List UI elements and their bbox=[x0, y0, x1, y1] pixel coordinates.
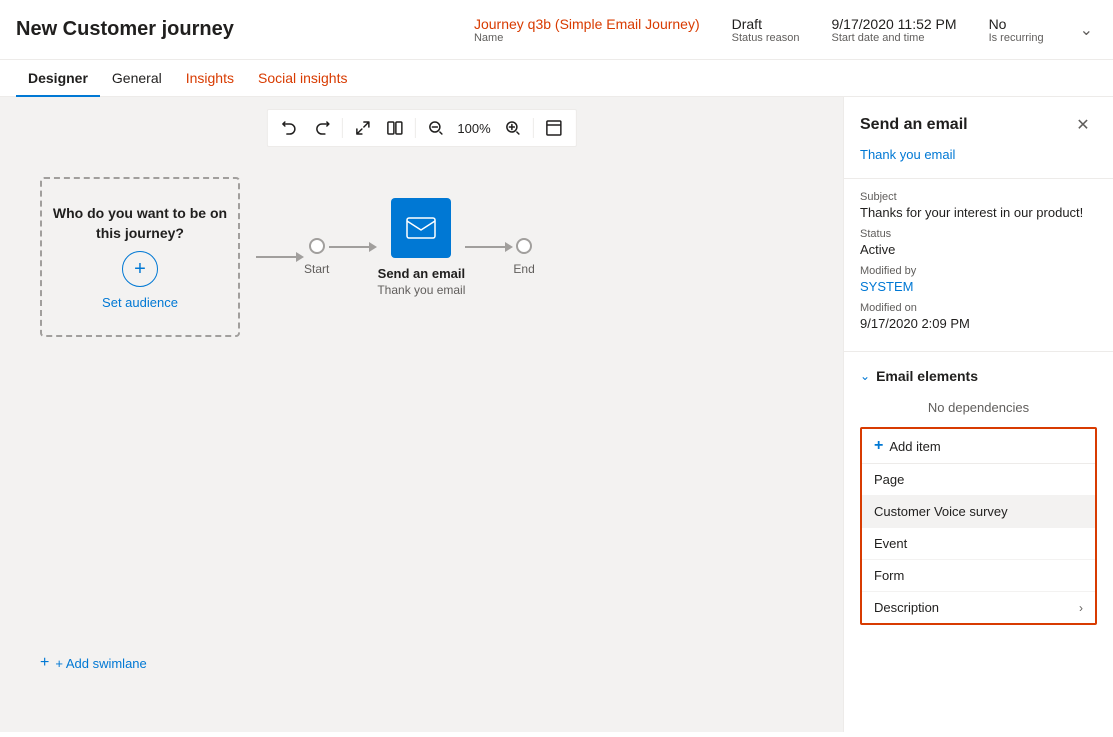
email-node-sub: Thank you email bbox=[377, 283, 465, 297]
right-panel: Send an email ✕ Thank you email Subject … bbox=[843, 97, 1113, 732]
field-label-subject: Subject bbox=[860, 191, 1097, 203]
start-circle bbox=[309, 238, 325, 254]
field-value-modified-by[interactable]: SYSTEM bbox=[860, 279, 1097, 294]
flow-line-2 bbox=[329, 246, 369, 248]
audience-plus-button[interactable]: + bbox=[122, 251, 158, 287]
panel-header: Send an email ✕ bbox=[844, 97, 1113, 147]
meta-name-value: Journey q3b (Simple Email Journey) bbox=[474, 16, 700, 32]
email-elements-section[interactable]: ⌄ Email elements bbox=[844, 356, 1113, 392]
add-item-label: Add item bbox=[889, 439, 940, 454]
expand-button[interactable] bbox=[348, 114, 376, 142]
header-meta: Journey q3b (Simple Email Journey) Name … bbox=[474, 16, 1097, 44]
start-node: Start bbox=[304, 238, 329, 276]
end-label: End bbox=[513, 262, 534, 276]
email-node-icon bbox=[391, 198, 451, 258]
arrow-to-start bbox=[256, 252, 304, 262]
end-circle bbox=[516, 238, 532, 254]
panel-close-button[interactable]: ✕ bbox=[1069, 111, 1097, 139]
add-swimlane-label: + Add swimlane bbox=[55, 656, 146, 671]
field-label-modified-on: Modified on bbox=[860, 302, 1097, 314]
dropdown-item-event[interactable]: Event bbox=[862, 528, 1095, 560]
arrow-to-email bbox=[329, 242, 377, 252]
email-elements-title: Email elements bbox=[876, 368, 978, 384]
dropdown-item-form[interactable]: Form bbox=[862, 560, 1095, 592]
page-header: New Customer journey Journey q3b (Simple… bbox=[0, 0, 1113, 60]
meta-recurring-value: No bbox=[989, 16, 1044, 32]
meta-start: 9/17/2020 11:52 PM Start date and time bbox=[832, 16, 957, 44]
meta-start-value: 9/17/2020 11:52 PM bbox=[832, 16, 957, 32]
email-node-name: Send an email bbox=[378, 266, 465, 281]
panel-entity-link[interactable]: Thank you email bbox=[844, 147, 1113, 174]
undo-button[interactable] bbox=[275, 114, 303, 142]
tab-general[interactable]: General bbox=[100, 60, 174, 96]
audience-text: Who do you want to be on this journey? bbox=[42, 204, 238, 243]
field-value-status: Active bbox=[860, 242, 1097, 257]
field-label-status: Status bbox=[860, 228, 1097, 240]
arrow-head-2 bbox=[369, 242, 377, 252]
tab-designer[interactable]: Designer bbox=[16, 60, 100, 96]
flow-line-3 bbox=[465, 246, 505, 248]
email-elements-chevron-icon: ⌄ bbox=[860, 369, 870, 383]
tab-insights[interactable]: Insights bbox=[174, 60, 246, 96]
toolbar-divider-1 bbox=[341, 118, 342, 138]
field-value-subject: Thanks for your interest in our product! bbox=[860, 205, 1097, 220]
meta-status: Draft Status reason bbox=[732, 16, 800, 44]
meta-status-label: Status reason bbox=[732, 32, 800, 44]
page-title: New Customer journey bbox=[16, 18, 234, 41]
arrow-head-1 bbox=[296, 252, 304, 262]
dropdown-item-customer-voice-survey[interactable]: Customer Voice survey bbox=[862, 496, 1095, 528]
split-button[interactable] bbox=[380, 114, 408, 142]
canvas-toolbar: 100% bbox=[266, 109, 576, 147]
journey-canvas: 100% Who do you want to be on this journ… bbox=[0, 97, 843, 732]
zoom-out-button[interactable] bbox=[421, 114, 449, 142]
add-swimlane-button[interactable]: + + Add swimlane bbox=[40, 654, 147, 672]
redo-button[interactable] bbox=[307, 114, 335, 142]
dropdown-item-description[interactable]: Description › bbox=[862, 592, 1095, 623]
panel-title: Send an email bbox=[860, 116, 968, 134]
end-node: End bbox=[513, 238, 534, 276]
meta-name: Journey q3b (Simple Email Journey) Name bbox=[474, 16, 700, 44]
email-node-labels: Send an email Thank you email bbox=[377, 266, 465, 297]
arrow-head-3 bbox=[505, 242, 513, 252]
tab-social-insights[interactable]: Social insights bbox=[246, 60, 360, 96]
main-layout: 100% Who do you want to be on this journ… bbox=[0, 97, 1113, 732]
toolbar-divider-3 bbox=[533, 118, 534, 138]
zoom-level: 100% bbox=[453, 121, 494, 136]
toolbar-divider-2 bbox=[414, 118, 415, 138]
dropdown-item-page[interactable]: Page bbox=[862, 464, 1095, 496]
tab-bar: Designer General Insights Social insight… bbox=[0, 60, 1113, 97]
field-value-modified-on: 9/17/2020 2:09 PM bbox=[860, 316, 1097, 331]
flow-line-1 bbox=[256, 256, 296, 258]
meta-recurring: No Is recurring bbox=[989, 16, 1044, 44]
meta-start-label: Start date and time bbox=[832, 32, 957, 44]
meta-status-value: Draft bbox=[732, 16, 800, 32]
add-swimlane-icon: + bbox=[40, 654, 49, 672]
add-item-plus-icon: + bbox=[874, 437, 883, 455]
field-label-modified-by: Modified by bbox=[860, 265, 1097, 277]
panel-fields: Subject Thanks for your interest in our … bbox=[844, 183, 1113, 347]
journey-flow: Who do you want to be on this journey? +… bbox=[40, 177, 535, 337]
meta-name-label: Name bbox=[474, 32, 700, 44]
arrow-to-end bbox=[465, 242, 513, 252]
flow-start: Start Send an email bbox=[256, 198, 535, 317]
meta-recurring-label: Is recurring bbox=[989, 32, 1044, 44]
panel-divider-2 bbox=[844, 351, 1113, 352]
fullscreen-button[interactable] bbox=[540, 114, 568, 142]
start-label: Start bbox=[304, 262, 329, 276]
dropdown-item-description-label: Description bbox=[874, 600, 939, 615]
dropdown-item-description-chevron-icon: › bbox=[1079, 601, 1083, 615]
audience-box: Who do you want to be on this journey? +… bbox=[40, 177, 240, 337]
panel-divider-1 bbox=[844, 178, 1113, 179]
email-node[interactable]: Send an email Thank you email bbox=[377, 198, 465, 297]
no-dependencies-text: No dependencies bbox=[844, 392, 1113, 423]
add-item-button[interactable]: + Add item bbox=[862, 429, 1095, 464]
header-expand-icon[interactable]: ⌄ bbox=[1076, 16, 1097, 44]
zoom-in-button[interactable] bbox=[499, 114, 527, 142]
add-item-dropdown: + Add item Page Customer Voice survey Ev… bbox=[860, 427, 1097, 625]
set-audience-link[interactable]: Set audience bbox=[102, 295, 178, 310]
